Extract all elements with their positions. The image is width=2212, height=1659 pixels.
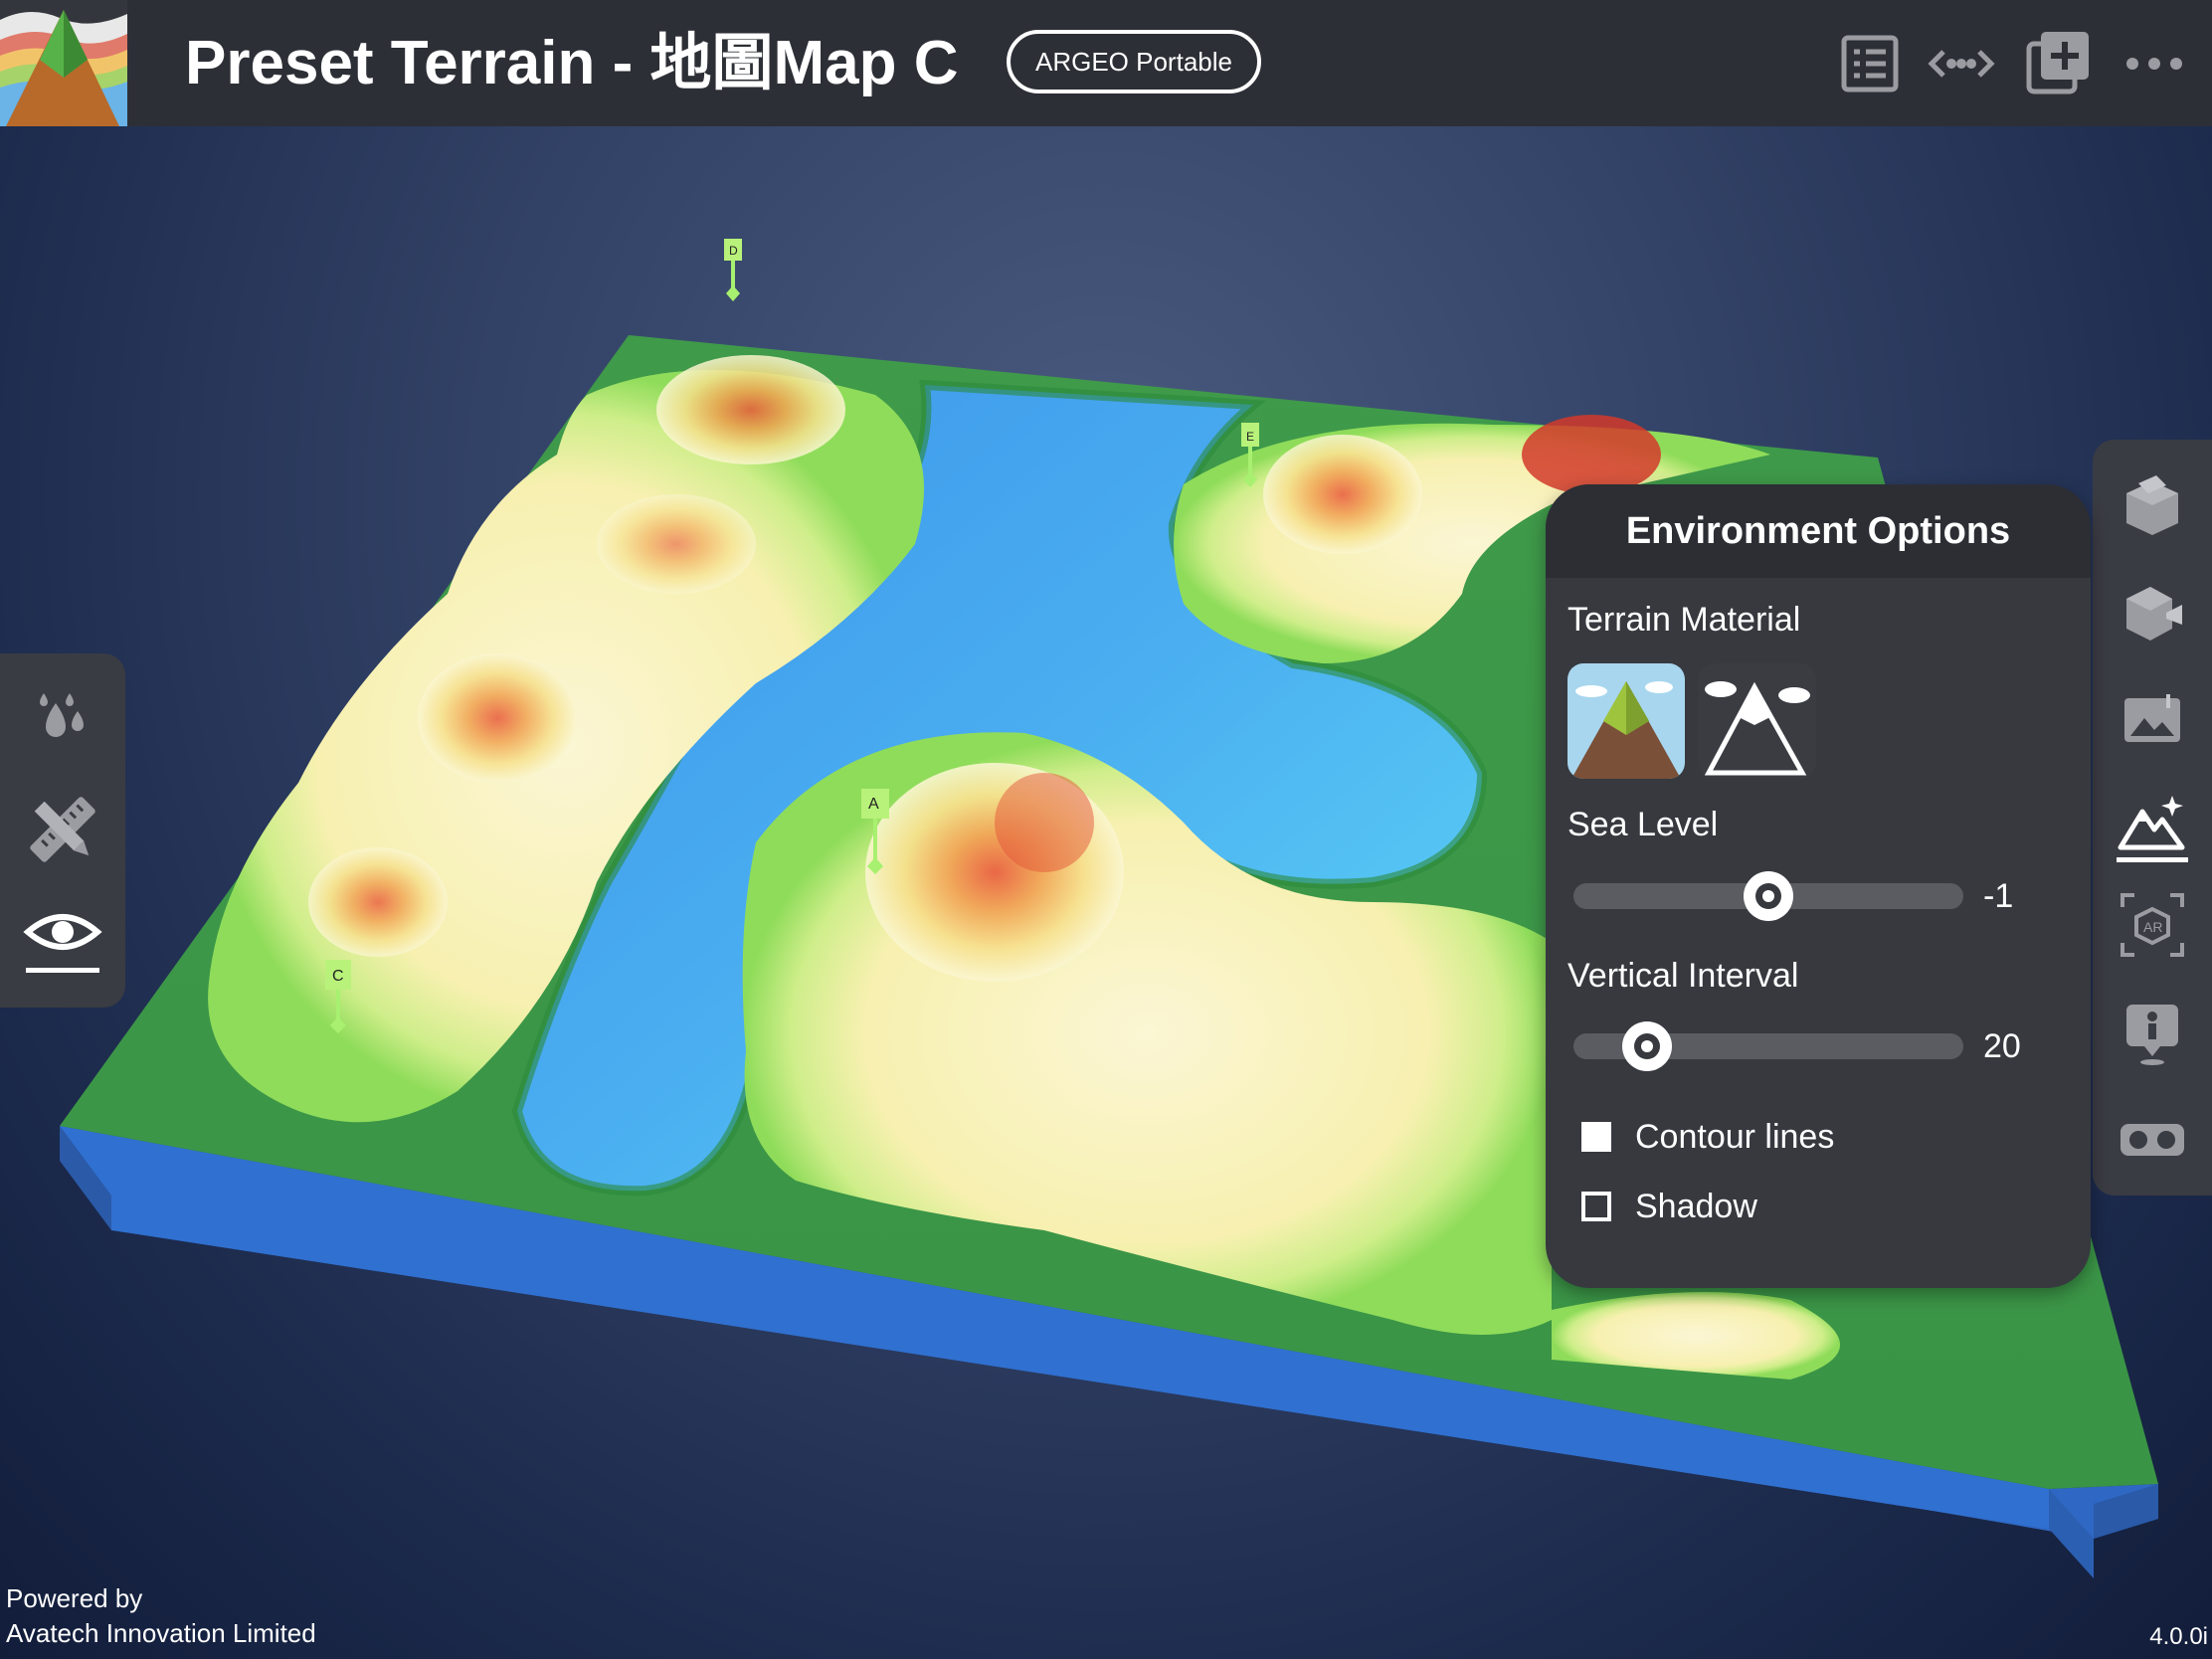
terrain-material-label: Terrain Material [1567, 601, 1801, 639]
contour-lines-label: Contour lines [1635, 1118, 1835, 1156]
terrain-sparkle-icon[interactable] [2117, 792, 2188, 863]
shadow-label: Shadow [1635, 1188, 1757, 1225]
powered-by: Powered by Avatech Innovation Limited [6, 1581, 316, 1651]
color-mountain-material[interactable] [1567, 663, 1685, 779]
mono-mountain-material[interactable] [1699, 663, 1816, 779]
svg-text:AR: AR [2143, 919, 2162, 935]
vertical-interval-slider-knob[interactable] [1622, 1021, 1673, 1071]
list-icon[interactable] [1834, 28, 1906, 99]
environment-options-panel: Environment Options Terrain Material Sea… [1546, 484, 2091, 1288]
add-layer-icon[interactable] [2023, 28, 2095, 99]
marker-label: E [1246, 430, 1254, 444]
vertical-interval-value: 20 [1983, 1027, 2021, 1065]
box-camera-icon[interactable] [2117, 577, 2188, 648]
top-bar: Preset Terrain - 地圖Map C ARGEO Portable [0, 0, 2212, 126]
shadow-checkbox[interactable] [1581, 1192, 1611, 1221]
sea-level-slider-knob[interactable] [1744, 871, 1793, 921]
right-toolbar: AR [2093, 440, 2212, 1196]
ar-frame-icon[interactable]: AR [2117, 889, 2188, 961]
photo-icon[interactable] [2117, 684, 2188, 756]
marker-label: A [868, 796, 879, 813]
powered-by-line1: Powered by [6, 1583, 143, 1613]
marker-label: C [332, 968, 344, 985]
company-name: Avatech Innovation Limited [6, 1618, 316, 1648]
person-marker-icon[interactable] [2117, 997, 2188, 1068]
marker-label: D [729, 244, 738, 258]
app-logo[interactable] [0, 0, 127, 126]
more-icon[interactable] [2119, 28, 2190, 99]
ruler-pencil-icon[interactable] [22, 789, 103, 870]
sea-level-value: -1 [1983, 877, 2014, 915]
panel-title: Environment Options [1625, 510, 2011, 552]
box-open-icon[interactable] [2117, 469, 2188, 541]
eye-icon[interactable] [22, 896, 103, 978]
vertical-interval-label: Vertical Interval [1567, 957, 1799, 995]
version-label: 4.0.0i [2149, 1623, 2208, 1650]
page-title: Preset Terrain - 地圖Map C [185, 29, 959, 97]
water-drops-icon[interactable] [22, 681, 103, 763]
marker-D[interactable]: D [724, 239, 742, 301]
sea-level-label: Sea Level [1567, 806, 1719, 843]
left-toolbar [0, 653, 125, 1008]
vr-goggles-icon[interactable] [2117, 1104, 2188, 1176]
contour-lines-checkbox[interactable] [1581, 1122, 1611, 1152]
product-badge[interactable]: ARGEO Portable [1007, 30, 1261, 93]
code-arrows-icon[interactable] [1926, 28, 1997, 99]
